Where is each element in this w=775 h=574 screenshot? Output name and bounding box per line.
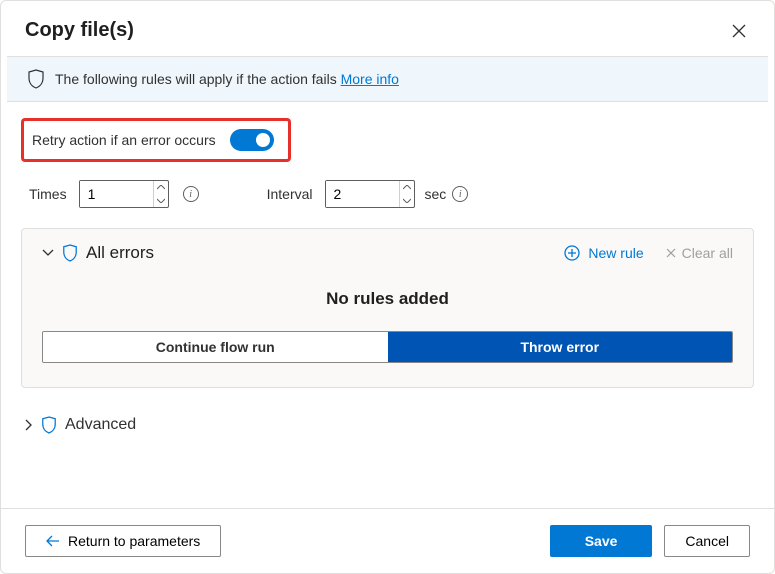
times-increment[interactable] — [154, 181, 168, 194]
info-banner: The following rules will apply if the ac… — [7, 56, 768, 102]
clear-all-button: Clear all — [666, 245, 733, 261]
arrow-left-icon — [46, 535, 60, 547]
shield-icon — [41, 416, 57, 434]
all-errors-panel: All errors New rule Clear all No rules a… — [21, 228, 754, 388]
save-button[interactable]: Save — [550, 525, 653, 557]
dialog-content: Retry action if an error occurs Times i … — [1, 102, 774, 508]
shield-icon — [62, 244, 78, 262]
banner-text: The following rules will apply if the ac… — [55, 71, 399, 87]
interval-info-icon[interactable]: i — [452, 186, 468, 202]
plus-circle-icon — [564, 245, 580, 261]
dialog-footer: Return to parameters Save Cancel — [1, 508, 774, 573]
throw-error-option[interactable]: Throw error — [388, 332, 733, 362]
no-rules-text: No rules added — [42, 289, 733, 309]
retry-label: Retry action if an error occurs — [32, 132, 216, 148]
chevron-down-icon — [42, 249, 54, 257]
advanced-label: Advanced — [65, 416, 136, 434]
retry-toggle[interactable] — [230, 129, 274, 151]
interval-input[interactable] — [326, 181, 399, 207]
clear-all-label: Clear all — [682, 245, 733, 261]
interval-increment[interactable] — [400, 181, 414, 194]
rules-header-right: New rule Clear all — [564, 245, 733, 261]
more-info-link[interactable]: More info — [341, 71, 399, 87]
return-label: Return to parameters — [68, 533, 200, 549]
rules-header-left[interactable]: All errors — [42, 243, 154, 263]
times-decrement[interactable] — [154, 194, 168, 207]
retry-toggle-row: Retry action if an error occurs — [21, 118, 291, 162]
times-spinner-buttons — [153, 181, 168, 207]
interval-spinner — [325, 180, 415, 208]
interval-label: Interval — [267, 186, 313, 202]
close-icon — [732, 24, 746, 38]
times-input[interactable] — [80, 181, 153, 207]
retry-params-row: Times i Interval sec i — [21, 180, 754, 208]
advanced-section-toggle[interactable]: Advanced — [25, 416, 754, 434]
rule-action-toggle: Continue flow run Throw error — [42, 331, 733, 363]
rules-header: All errors New rule Clear all — [42, 243, 733, 263]
cancel-button[interactable]: Cancel — [664, 525, 750, 557]
shield-icon — [27, 69, 45, 89]
close-icon — [666, 248, 676, 258]
dialog-header: Copy file(s) — [1, 1, 774, 56]
close-button[interactable] — [728, 20, 750, 42]
chevron-right-icon — [25, 419, 33, 431]
times-label: Times — [29, 186, 67, 202]
continue-flow-run-option[interactable]: Continue flow run — [43, 332, 388, 362]
return-to-parameters-button[interactable]: Return to parameters — [25, 525, 221, 557]
interval-decrement[interactable] — [400, 194, 414, 207]
dialog-title: Copy file(s) — [25, 19, 134, 42]
chevron-down-icon — [157, 198, 165, 203]
new-rule-button[interactable]: New rule — [564, 245, 643, 261]
times-spinner — [79, 180, 169, 208]
banner-text-content: The following rules will apply if the ac… — [55, 71, 341, 87]
new-rule-label: New rule — [588, 245, 643, 261]
interval-unit: sec — [425, 186, 447, 202]
chevron-up-icon — [403, 185, 411, 190]
footer-right: Save Cancel — [550, 525, 750, 557]
interval-spinner-buttons — [399, 181, 414, 207]
copy-files-dialog: Copy file(s) The following rules will ap… — [0, 0, 775, 574]
all-errors-title: All errors — [86, 243, 154, 263]
chevron-up-icon — [157, 185, 165, 190]
times-info-icon[interactable]: i — [183, 186, 199, 202]
chevron-down-icon — [403, 198, 411, 203]
